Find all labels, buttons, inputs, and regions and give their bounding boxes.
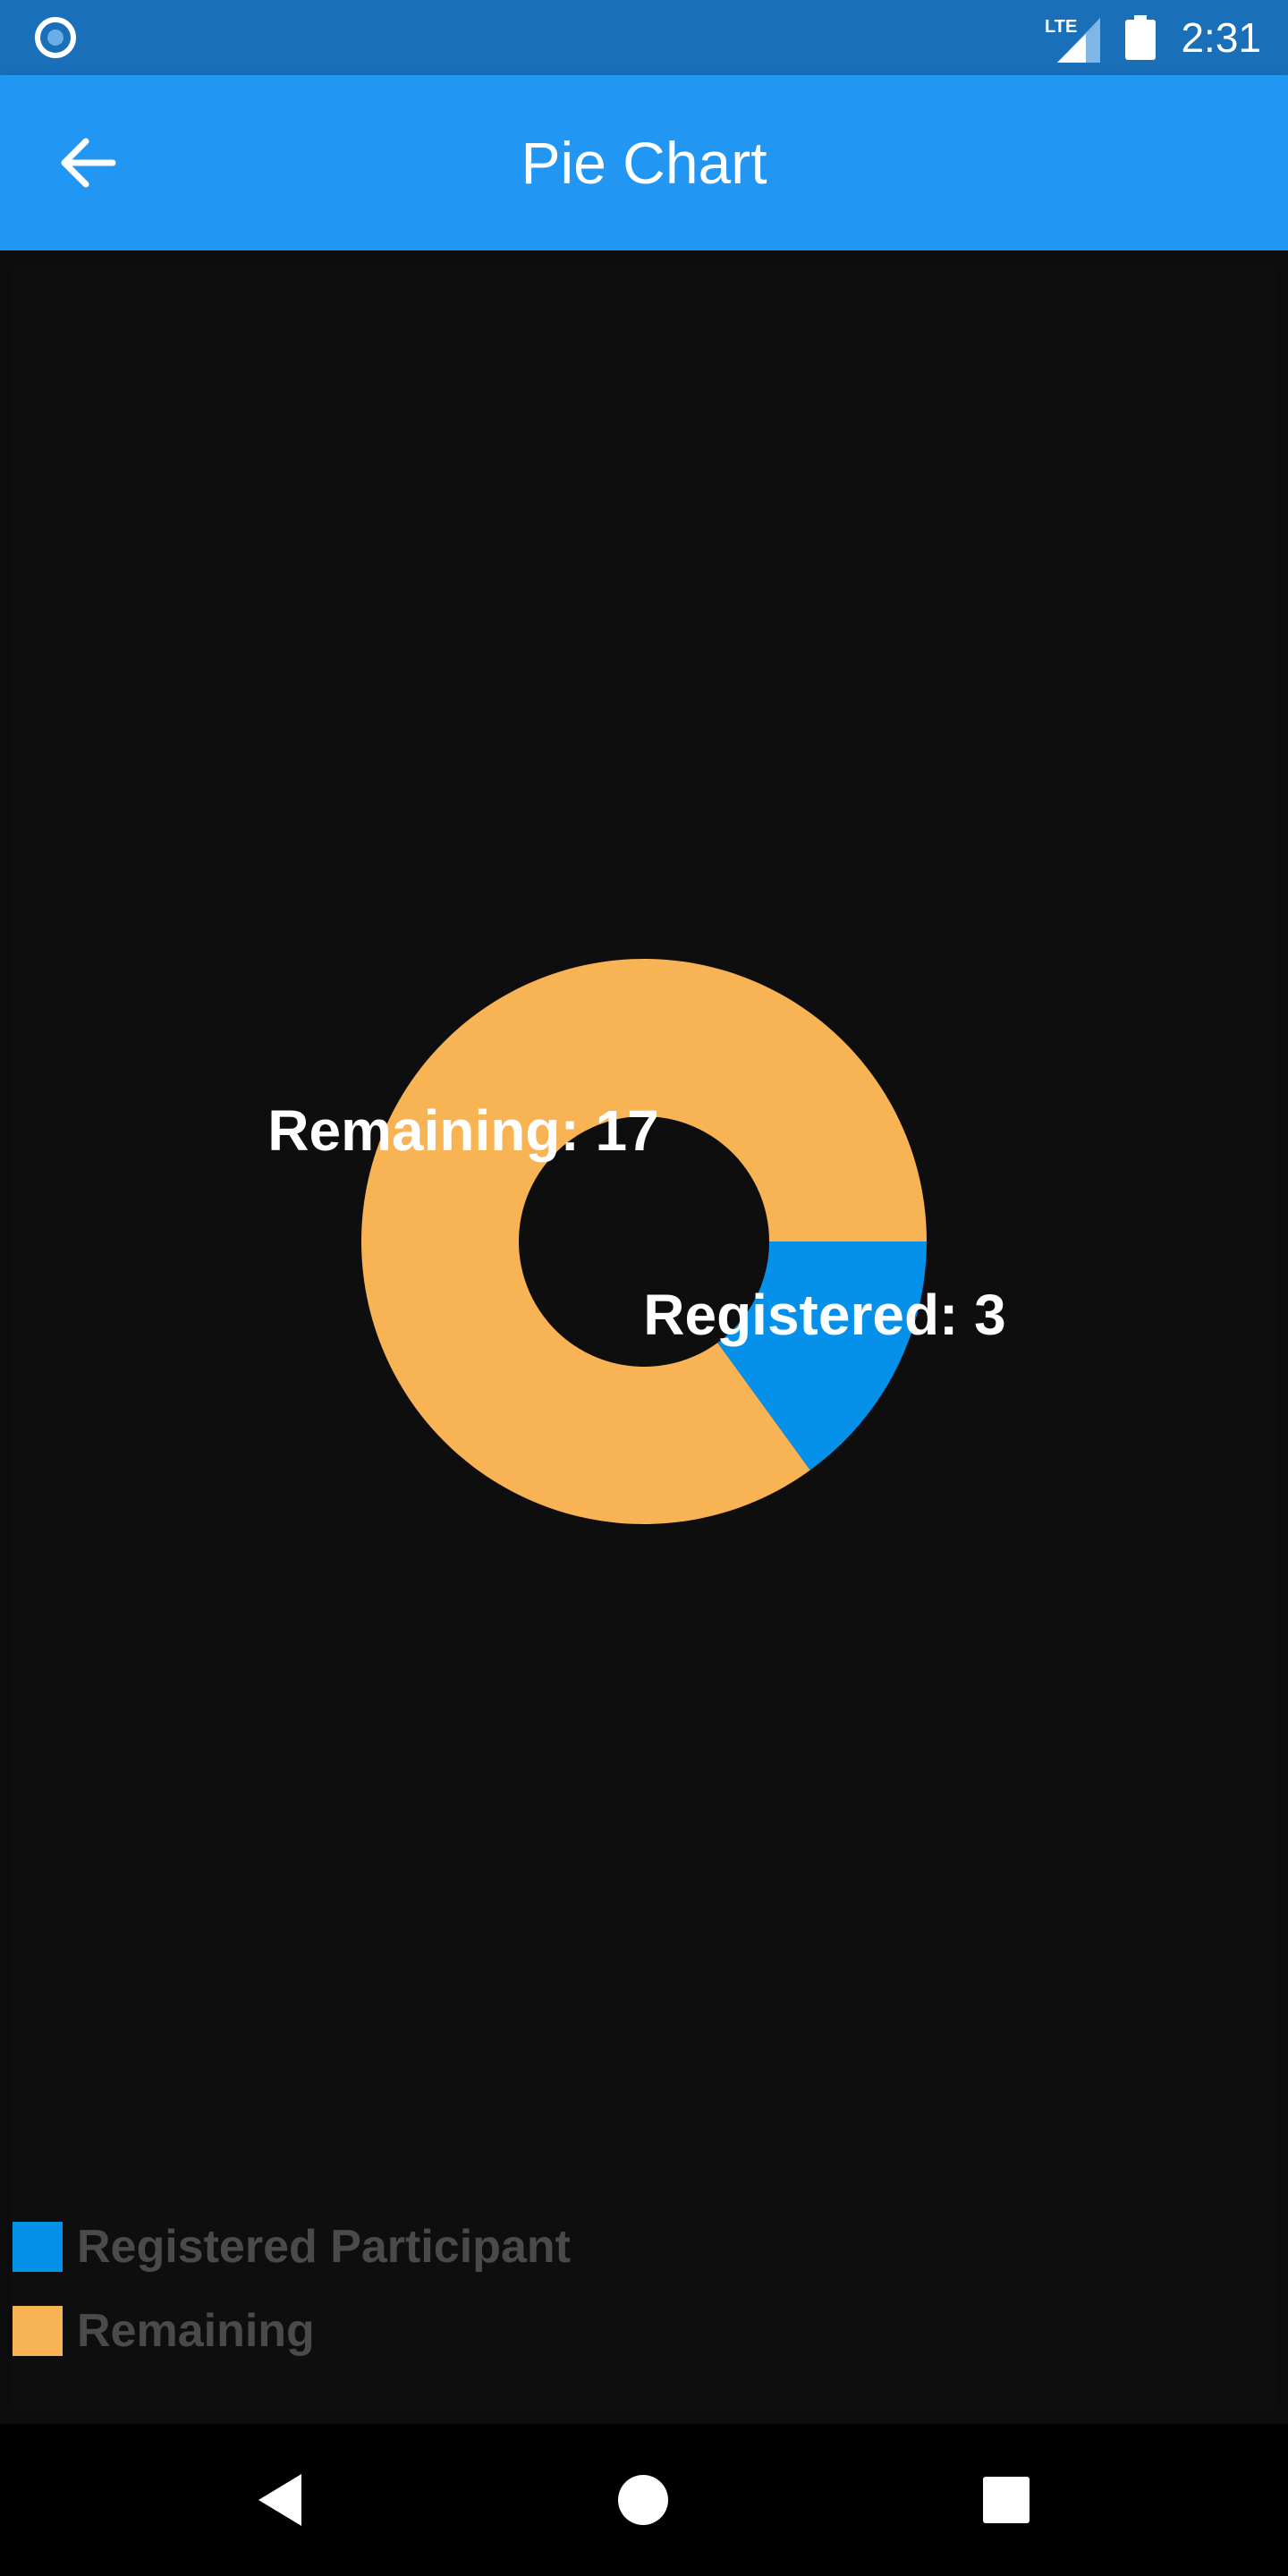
nav-back-button[interactable] [242, 2460, 322, 2540]
network-type-label: LTE [1045, 17, 1077, 37]
chart-card [13, 265, 1275, 2411]
nav-home-button[interactable] [603, 2460, 683, 2540]
app-notification-icon [35, 17, 76, 58]
nav-recents-button[interactable] [966, 2460, 1046, 2540]
legend-swatch [13, 2306, 63, 2356]
legend-label: Remaining [77, 2305, 315, 2357]
signal-icon: LTE [1045, 17, 1101, 63]
page-title: Pie Chart [521, 130, 767, 196]
home-circle-icon [618, 2475, 668, 2525]
legend-item[interactable]: Registered Participant [13, 2220, 571, 2274]
status-time: 2:31 [1181, 14, 1261, 61]
battery-icon [1125, 15, 1157, 60]
legend-swatch [13, 2222, 63, 2272]
back-triangle-icon [258, 2474, 301, 2526]
legend-label: Registered Participant [77, 2221, 571, 2273]
legend-item[interactable]: Remaining [13, 2304, 571, 2358]
status-bar: LTE 2:31 [0, 0, 1288, 75]
app-bar: Pie Chart [0, 75, 1288, 250]
system-nav-bar [0, 2424, 1288, 2576]
recents-square-icon [983, 2477, 1030, 2523]
chart-legend: Registered Participant Remaining [13, 2220, 571, 2388]
content-area [0, 250, 1288, 2424]
